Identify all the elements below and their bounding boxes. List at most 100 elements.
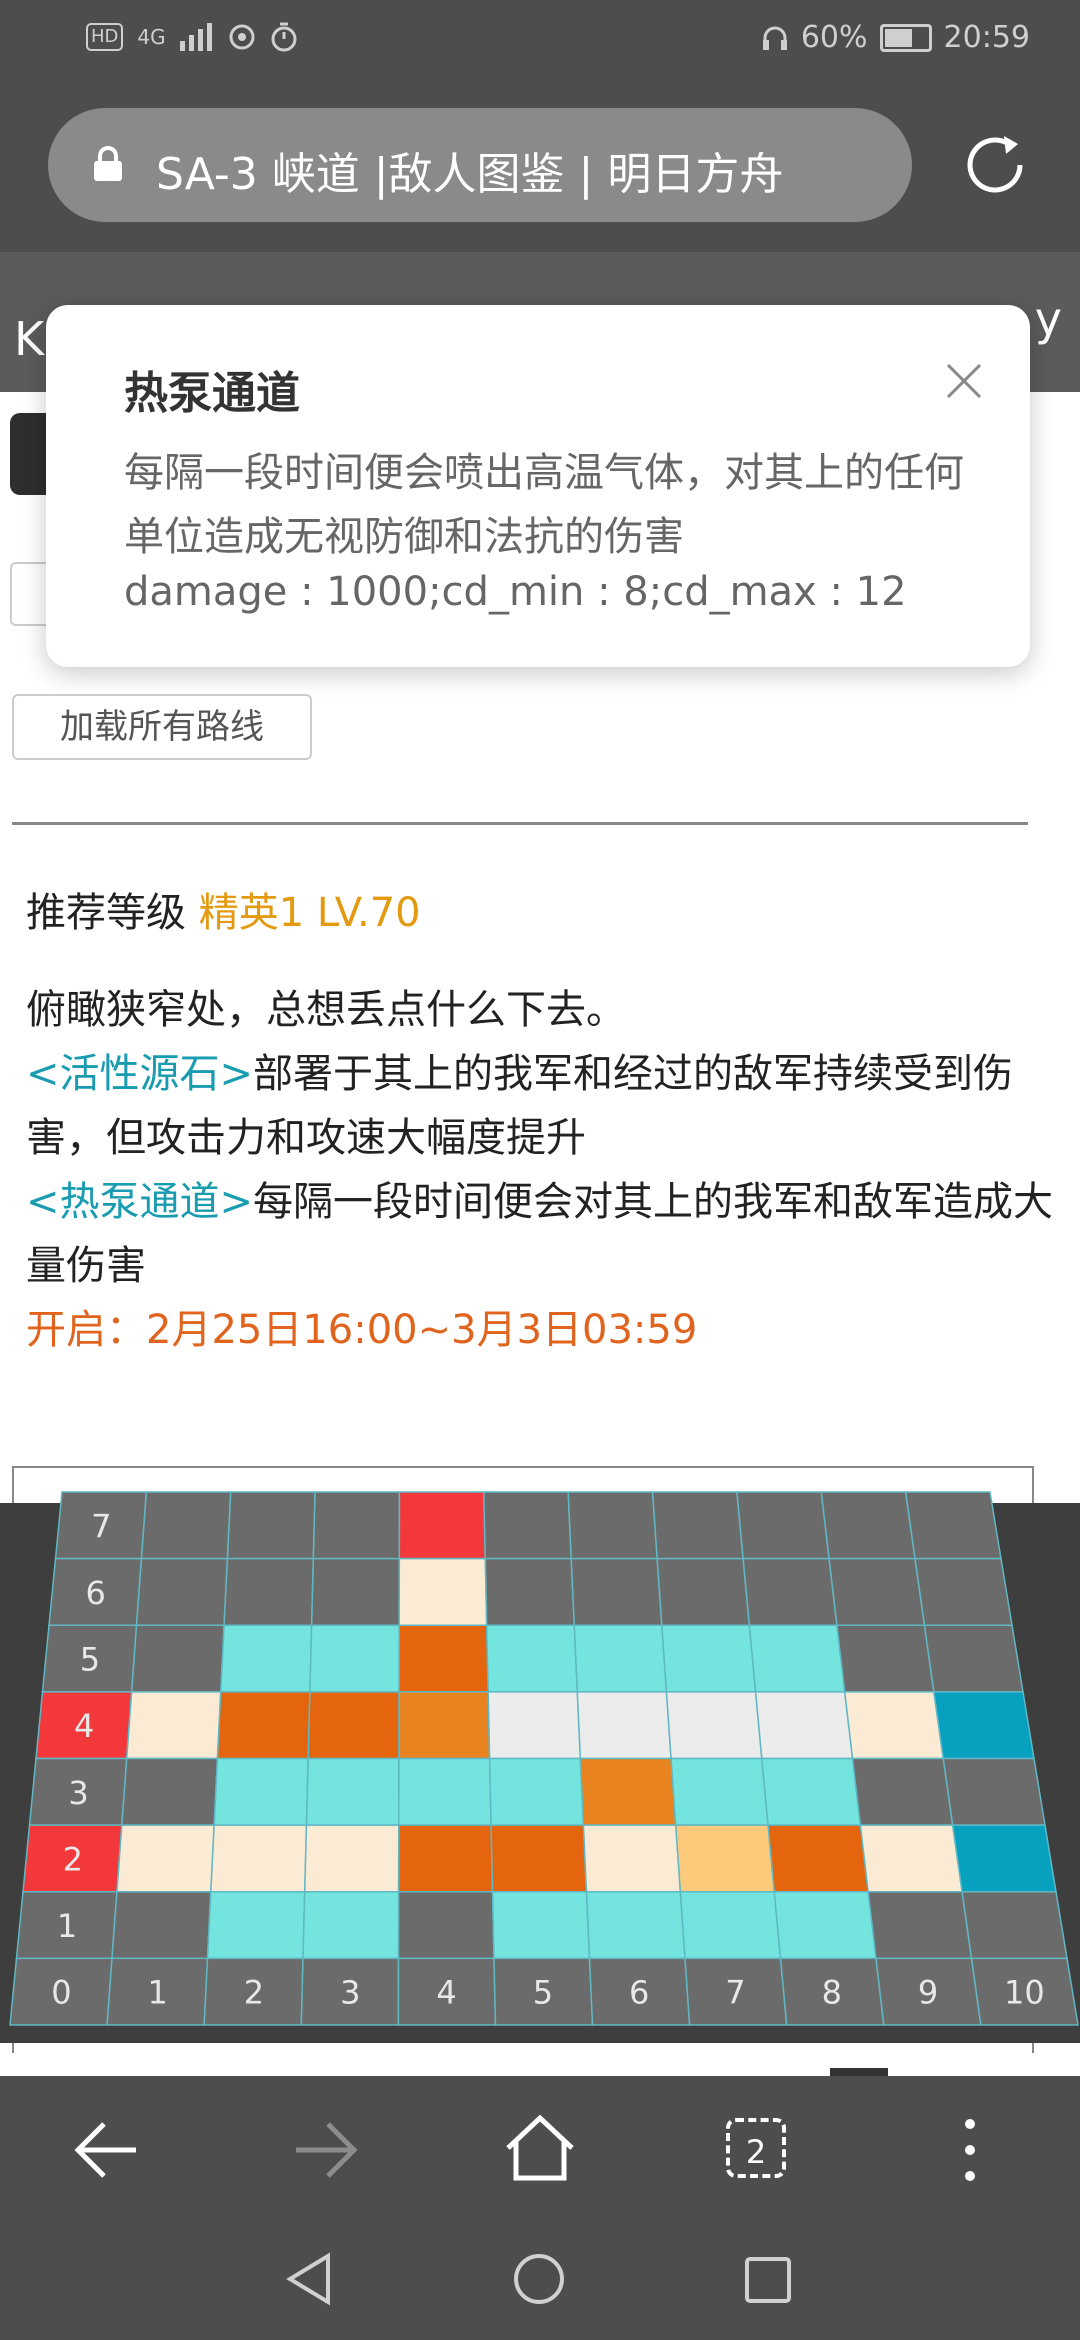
map-tile[interactable] [398,1691,491,1760]
system-back-icon[interactable] [286,2252,332,2306]
map-tile[interactable] [670,1757,769,1826]
map-x-label: 2 [244,1974,264,2012]
map-tile[interactable] [398,1557,488,1626]
map-tile[interactable] [851,1757,954,1826]
map-tile[interactable] [125,1691,222,1760]
map-tile[interactable] [570,1557,663,1626]
system-home-icon[interactable] [512,2252,566,2306]
notification-app-icon [229,24,255,50]
address-bar[interactable]: SA-3 峡道 |敌人图鉴 | 明日方舟 [48,108,912,222]
map-tile[interactable] [223,1557,315,1626]
map-tile[interactable] [923,1624,1024,1693]
map-tile[interactable] [754,1691,854,1760]
recommended-level: 推荐等级 精英1 LV.70 [26,880,421,938]
home-icon[interactable] [504,2114,576,2182]
map-tile[interactable] [567,1491,658,1560]
map-tile[interactable] [942,1757,1046,1826]
map-tile[interactable] [828,1557,926,1626]
network-label: 4G [137,25,166,49]
map-tile[interactable] [933,1691,1035,1760]
map-tile[interactable] [736,1491,830,1560]
map-tile[interactable] [398,1757,492,1826]
map-tile[interactable] [121,1757,219,1826]
map-scrollbar[interactable] [830,2068,888,2076]
map-tile[interactable] [213,1757,309,1826]
lock-icon [94,146,122,181]
map-tile[interactable] [585,1891,686,1960]
map-tile[interactable] [859,1824,963,1893]
partial-dark-button[interactable] [10,413,50,495]
map-tile[interactable] [579,1757,677,1826]
map-tile[interactable] [914,1557,1013,1626]
map-tile[interactable] [748,1624,846,1693]
map-tile[interactable] [312,1491,401,1560]
map-tile[interactable] [140,1491,232,1560]
map-tile[interactable] [487,1691,582,1760]
map-tile[interactable] [397,1824,494,1893]
map-tile[interactable] [573,1624,668,1693]
map-tile[interactable] [310,1557,401,1626]
map-tile[interactable] [843,1691,945,1760]
map-tile[interactable] [490,1824,588,1893]
map-tile[interactable] [398,1624,489,1693]
map-tile[interactable] [210,1824,308,1893]
map-tile[interactable] [491,1891,591,1960]
map-x-label: 1 [148,1974,168,2012]
map-tile[interactable] [219,1624,313,1693]
map-tile[interactable] [867,1891,973,1960]
map-tile[interactable] [836,1624,935,1693]
map-tile[interactable] [226,1491,316,1560]
map-tile[interactable] [309,1624,400,1693]
map-tile[interactable] [742,1557,838,1626]
map-tile[interactable] [651,1491,744,1560]
map-tile[interactable] [665,1691,763,1760]
map-tile[interactable] [485,1624,579,1693]
map-tile[interactable] [656,1557,751,1626]
map-tile[interactable] [303,1824,400,1893]
map-tile[interactable] [130,1624,225,1693]
forward-icon[interactable] [292,2120,358,2180]
page-title: SA-3 峡道 |敌人图鉴 | 明日方舟 [156,149,784,200]
map-tile[interactable] [305,1757,400,1826]
map-tile[interactable] [135,1557,229,1626]
headphones-icon [762,26,787,50]
map-tile[interactable] [582,1824,682,1893]
recommended-level-label: 推荐等级 [26,890,186,936]
map-tile[interactable] [661,1624,757,1693]
stage-map[interactable]: 0 1 2 3 4 5 6 7 8 9 10 1 2 3 4 5 6 7 [0,1480,1080,2040]
close-icon[interactable] [942,359,986,403]
hd-icon: HD [86,23,124,51]
refresh-icon[interactable] [960,130,1030,200]
system-recents-icon[interactable] [744,2256,792,2304]
map-tile[interactable] [302,1891,400,1960]
map-tile[interactable] [397,1891,495,1960]
map-tile[interactable] [773,1891,877,1960]
map-tile[interactable] [576,1691,672,1760]
tile2-link[interactable]: <热泵通道> [26,1179,253,1225]
tile1-link[interactable]: <活性源石> [26,1051,253,1097]
map-tile[interactable] [951,1824,1057,1893]
map-tile[interactable] [116,1824,215,1893]
map-tile[interactable] [679,1891,782,1960]
more-menu-icon[interactable] [960,2116,980,2184]
map-tile[interactable] [820,1491,916,1560]
back-icon[interactable] [74,2120,140,2180]
map-tile[interactable] [488,1757,585,1826]
map-tile[interactable] [111,1891,212,1960]
map-tile[interactable] [484,1557,576,1626]
map-tile[interactable] [216,1691,311,1760]
map-tile[interactable] [904,1491,1002,1560]
map-tile[interactable] [674,1824,776,1893]
map-tile[interactable] [483,1491,573,1560]
map-tile[interactable] [398,1491,487,1560]
map-tile[interactable] [760,1757,862,1826]
map-y-label: 5 [80,1641,100,1679]
tabs-button[interactable]: 2 [726,2118,786,2178]
map-tile[interactable] [206,1891,306,1960]
map-tile[interactable] [767,1824,870,1893]
load-all-routes-button[interactable]: 加载所有路线 [12,694,312,760]
header-left-text: K [14,312,45,366]
popup-description: 每隔一段时间便会喷出高温气体，对其上的任何单位造成无视防御和法抗的伤害 [124,450,964,560]
map-tile[interactable] [961,1891,1068,1960]
map-tile[interactable] [307,1691,400,1760]
